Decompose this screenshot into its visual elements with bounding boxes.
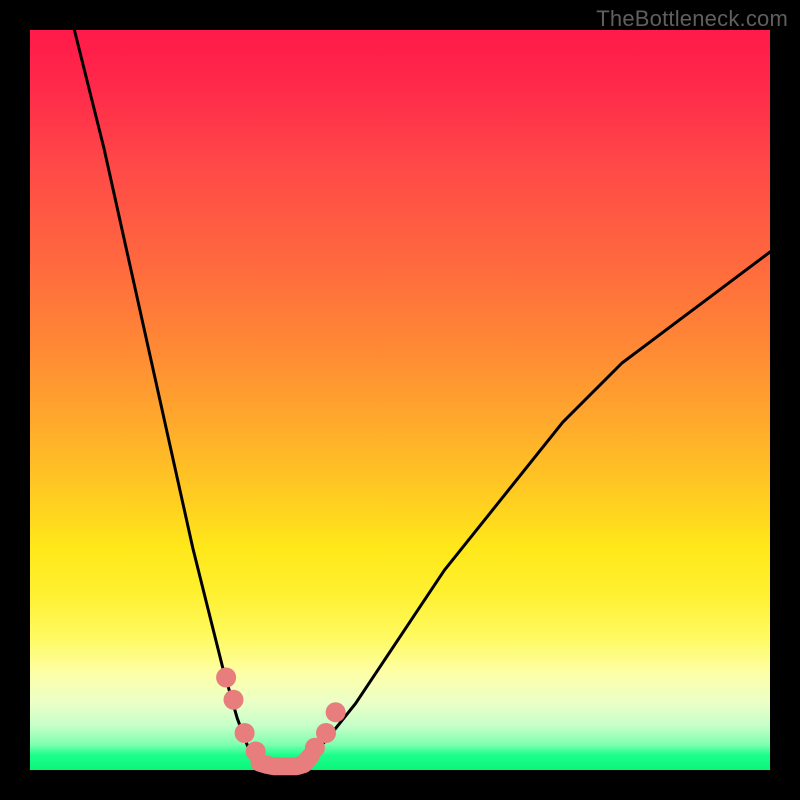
- markers-left: [216, 668, 266, 762]
- curve-left: [74, 30, 259, 763]
- bottleneck-chart: TheBottleneck.com: [0, 0, 800, 800]
- curve-right: [311, 252, 770, 755]
- markers-right: [305, 702, 346, 758]
- curve-valley: [259, 755, 311, 766]
- curve-layer: [30, 30, 770, 770]
- plot-area: [30, 30, 770, 770]
- watermark-text: TheBottleneck.com: [596, 6, 788, 32]
